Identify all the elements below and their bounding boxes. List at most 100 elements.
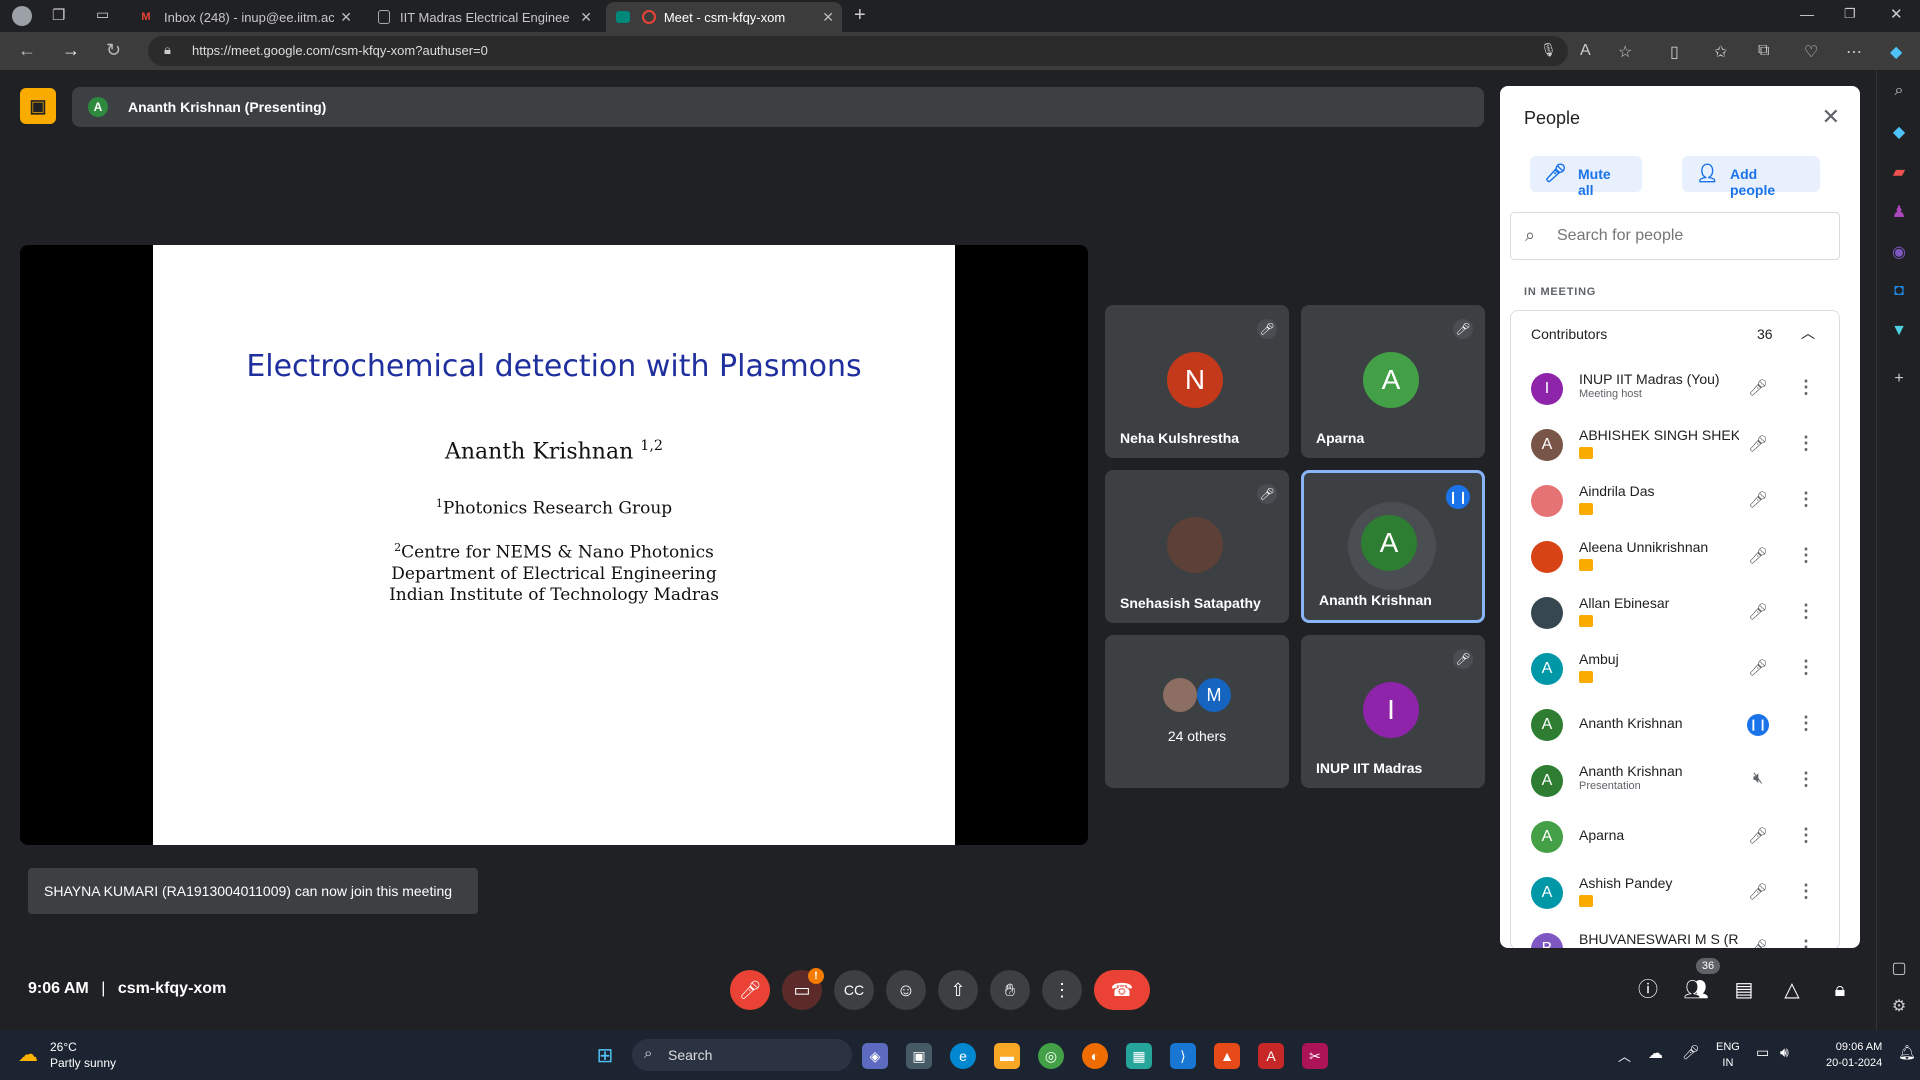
volume-icon[interactable]: 🔊︎ [1780,1044,1789,1061]
captions-button[interactable]: CC [834,970,874,1010]
more-vert-icon[interactable]: ⋮ [1797,601,1815,622]
list-item[interactable]: A Ananth Krishnan Presentation 🔇︎ ⋮ [1511,753,1841,809]
tab-actions-icon[interactable]: ▭ [96,6,109,23]
meeting-details-icon[interactable]: ⓘ [1630,972,1666,1008]
more-vert-icon[interactable]: ⋮ [1797,545,1815,566]
tab-iitm[interactable]: IIT Madras Electrical Engineering ✕ [368,2,600,32]
list-item[interactable]: Allan Ebinesar 🎤︎ ⋮ [1511,585,1841,641]
more-vert-icon[interactable]: ⋮ [1797,489,1815,510]
favorite-star-icon[interactable]: ☆ [1618,42,1632,62]
list-item[interactable]: B BHUVANESWARI M S (R... 🎤︎ ⋮ [1511,921,1841,948]
task-view-icon[interactable]: ▣ [906,1043,932,1069]
participant-tile[interactable]: 🎤︎ A Aparna [1301,305,1485,458]
workspaces-icon[interactable]: ❐ [52,6,65,24]
settings-icon[interactable]: ⚙ [1889,996,1909,1016]
more-menu-icon[interactable]: ⋯ [1846,42,1862,62]
participant-tile[interactable]: 🎤︎ N Neha Kulshrestha [1105,305,1289,458]
minimize-icon[interactable]: — [1800,6,1814,22]
store-icon[interactable]: ▦ [1126,1043,1152,1069]
weather-icon[interactable]: ☁ [18,1042,38,1067]
more-options-button[interactable]: ⋮ [1042,970,1082,1010]
mic-toggle-button[interactable]: 🎤︎ [730,970,770,1010]
file-explorer-icon[interactable]: ▬ [994,1043,1020,1069]
mic-off-icon[interactable]: 🎤︎ [1747,434,1769,454]
drop-icon[interactable]: ▼ [1889,322,1909,342]
host-controls-icon[interactable]: 🔒︎ [1822,972,1858,1008]
add-icon[interactable]: + [1889,370,1909,390]
weather-widget[interactable]: 26°C Partly sunny [50,1039,116,1071]
add-people-button[interactable]: 👤︎ Add people [1682,156,1820,198]
emoji-button[interactable]: ☺ [886,970,926,1010]
list-item[interactable]: A ABHISHEK SINGH SHEK... 🎤︎ ⋮ [1511,417,1841,473]
restore-icon[interactable]: ❐ [1844,6,1856,22]
mic-tray-icon[interactable]: 🎤︎ [1682,1044,1700,1061]
reload-icon[interactable]: ↻ [106,40,121,61]
shopping-icon[interactable]: ◆ [1889,122,1909,142]
chat-icon[interactable]: ▤ [1726,972,1762,1008]
close-icon[interactable]: ✕ [1822,104,1840,130]
copilot-app-icon[interactable]: ◈ [862,1043,888,1069]
new-tab-icon[interactable]: + [854,4,866,27]
search-input[interactable] [1557,227,1817,245]
taskbar-search[interactable]: ⌕ Search [632,1039,852,1071]
close-window-icon[interactable]: ✕ [1890,5,1903,23]
mic-off-icon[interactable]: 🎤︎ [1747,490,1769,510]
list-item[interactable]: A Ashish Pandey 🎤︎ ⋮ [1511,865,1841,921]
people-search[interactable]: ⌕ [1510,212,1840,260]
list-item[interactable]: Aleena Unnikrishnan 🎤︎ ⋮ [1511,529,1841,585]
snipping-tool-icon[interactable]: ✂ [1302,1043,1328,1069]
mic-off-icon[interactable]: 🎤︎ [1747,546,1769,566]
tab-meet[interactable]: Meet - csm-kfqy-xom ✕ [606,2,842,32]
network-icon[interactable]: ▭ [1756,1044,1769,1061]
people-icon[interactable]: 👥︎ [1678,972,1714,1008]
acrobat-icon[interactable]: A [1258,1043,1284,1069]
chrome-icon[interactable]: ◎ [1038,1043,1064,1069]
mic-off-icon[interactable]: 🎤︎ [1747,378,1769,398]
participant-tile-speaking[interactable]: ❙❙ A Ananth Krishnan [1301,470,1485,623]
mic-off-icon[interactable]: 🎤︎ [1747,826,1769,846]
sidebar-toggle-icon[interactable]: ▢ [1889,958,1909,978]
presentation-off-icon[interactable]: ▣ [20,88,56,124]
vscode-icon[interactable]: ⟩ [1170,1043,1196,1069]
mic-off-icon[interactable]: 🎤︎ [1747,658,1769,678]
raise-hand-button[interactable]: ✋︎ [990,970,1030,1010]
list-item[interactable]: A Ambuj 🎤︎ ⋮ [1511,641,1841,697]
favorites-icon[interactable]: ✩ [1714,42,1727,62]
profile-icon[interactable] [12,6,32,26]
read-aloud-icon[interactable]: A [1580,42,1591,60]
start-icon[interactable]: ⊞ [592,1043,618,1069]
participant-tile[interactable]: 🎤︎ I INUP IIT Madras [1301,635,1485,788]
lock-icon[interactable]: 🔒︎ [164,42,171,58]
brave-icon[interactable]: ▲ [1214,1043,1240,1069]
close-icon[interactable]: ✕ [340,9,352,26]
mic-off-icon[interactable]: 🎤︎ [1747,938,1769,948]
more-vert-icon[interactable]: ⋮ [1797,433,1815,454]
leave-call-button[interactable]: ☎︎ [1094,970,1150,1010]
language-indicator[interactable]: ENG IN [1716,1039,1740,1071]
search-icon[interactable]: ⌕ [1889,82,1909,102]
outlook-icon[interactable]: ◘ [1889,282,1909,302]
speaking-indicator-icon[interactable]: ❙❙ [1747,714,1769,736]
microphone-icon[interactable]: 🎙︎ [1540,42,1557,58]
copilot-icon[interactable]: ◉ [1889,242,1909,262]
tab-gmail[interactable]: M Inbox (248) - inup@ee.iitm.ac.in ✕ [128,2,360,32]
split-screen-icon[interactable]: ▯ [1670,42,1679,62]
list-item[interactable]: Aindrila Das 🎤︎ ⋮ [1511,473,1841,529]
chevron-up-icon[interactable]: ︿ [1801,323,1815,343]
close-icon[interactable]: ✕ [822,9,834,26]
more-vert-icon[interactable]: ⋮ [1797,713,1815,734]
more-vert-icon[interactable]: ⋮ [1797,937,1815,948]
mic-off-icon[interactable]: 🎤︎ [1747,882,1769,902]
collections-icon[interactable]: ⧉ [1758,42,1769,60]
more-vert-icon[interactable]: ⋮ [1797,657,1815,678]
participant-tile[interactable]: 🎤︎ Snehasish Satapathy [1105,470,1289,623]
list-item[interactable]: A Ananth Krishnan ❙❙ ⋮ [1511,697,1841,753]
present-button[interactable]: ⇧ [938,970,978,1010]
list-item[interactable]: A Aparna 🎤︎ ⋮ [1511,809,1841,865]
more-vert-icon[interactable]: ⋮ [1797,377,1815,398]
tools-icon[interactable]: ▰ [1889,162,1909,182]
mic-off-icon[interactable]: 🎤︎ [1747,602,1769,622]
volume-off-icon[interactable]: 🔇︎ [1747,770,1769,788]
activities-icon[interactable]: △ [1774,972,1810,1008]
contributors-label[interactable]: Contributors [1531,326,1607,342]
